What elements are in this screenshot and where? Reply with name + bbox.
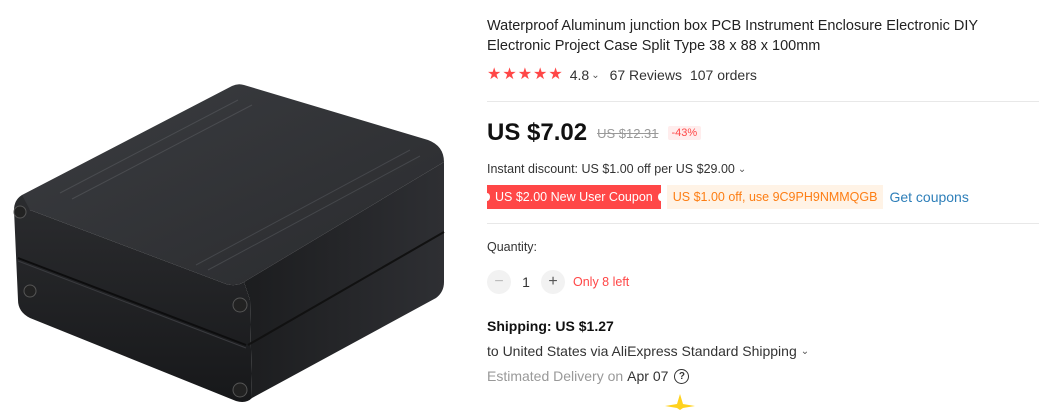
question-icon[interactable]: ? — [674, 368, 690, 384]
instant-discount-text: Instant discount: US $1.00 off per US $2… — [487, 162, 735, 176]
quantity-value[interactable]: 1 — [511, 274, 541, 290]
rating-value[interactable]: 4.8 — [570, 67, 589, 83]
star-icon: ★ — [517, 66, 533, 83]
star-icon: ★ — [487, 66, 502, 83]
divider — [487, 223, 1039, 224]
shipping-destination: to United States via AliExpress Standard… — [487, 343, 797, 359]
original-price: US $12.31 — [597, 125, 659, 141]
instant-discount[interactable]: Instant discount: US $1.00 off per US $2… — [487, 162, 756, 176]
increase-quantity-button[interactable]: + — [541, 270, 565, 294]
stock-warning: Only 8 left — [573, 275, 630, 289]
new-user-coupon[interactable]: US $2.00 New User Coupon — [484, 185, 664, 209]
enclosure-illustration — [13, 84, 445, 402]
coupon-code-offer[interactable]: US $1.00 off, use 9C9PH9NMMQGB — [666, 185, 884, 209]
decrease-quantity-button[interactable]: − — [487, 270, 511, 294]
chevron-down-icon[interactable]: ⌄ — [591, 70, 599, 81]
delivery-date: Apr 07 — [627, 368, 669, 384]
product-title: Waterproof Aluminum junction box PCB Ins… — [487, 18, 978, 54]
sparkle-icon — [665, 394, 695, 410]
delivery-label: Estimated Delivery on — [487, 368, 624, 384]
quantity-label: Quantity: — [487, 240, 538, 254]
chevron-down-icon: ⌄ — [800, 345, 810, 357]
star-icon: ★ — [548, 66, 563, 83]
shipping-price: Shipping: US $1.27 — [487, 318, 614, 334]
rating-stars: ★ ★ ★ ★ ★ — [487, 67, 563, 83]
current-price: US $7.02 — [487, 119, 588, 146]
rating-row: ★ ★ ★ ★ ★ 4.8 ⌄ 67 Reviews 107 orders — [487, 66, 757, 84]
orders-count: 107 orders — [689, 67, 757, 83]
product-image[interactable] — [0, 0, 470, 410]
star-icon: ★ — [502, 66, 517, 83]
get-coupons-link[interactable]: Get coupons — [889, 189, 968, 205]
star-icon: ★ — [533, 66, 548, 83]
divider — [487, 101, 1039, 102]
reviews-link[interactable]: 67 Reviews — [610, 67, 682, 83]
quantity-stepper: − 1 + Only 8 left — [487, 270, 629, 294]
price-row: US $7.02 US $12.31 -43% — [487, 118, 702, 148]
estimated-delivery: Estimated Delivery on Apr 07 ? — [487, 368, 690, 384]
shipping-method[interactable]: to United States via AliExpress Standard… — [487, 343, 819, 359]
coupon-row: US $2.00 New User Coupon US $1.00 off, u… — [484, 185, 969, 209]
discount-badge: -43% — [667, 126, 702, 140]
chevron-down-icon: ⌄ — [737, 163, 747, 175]
